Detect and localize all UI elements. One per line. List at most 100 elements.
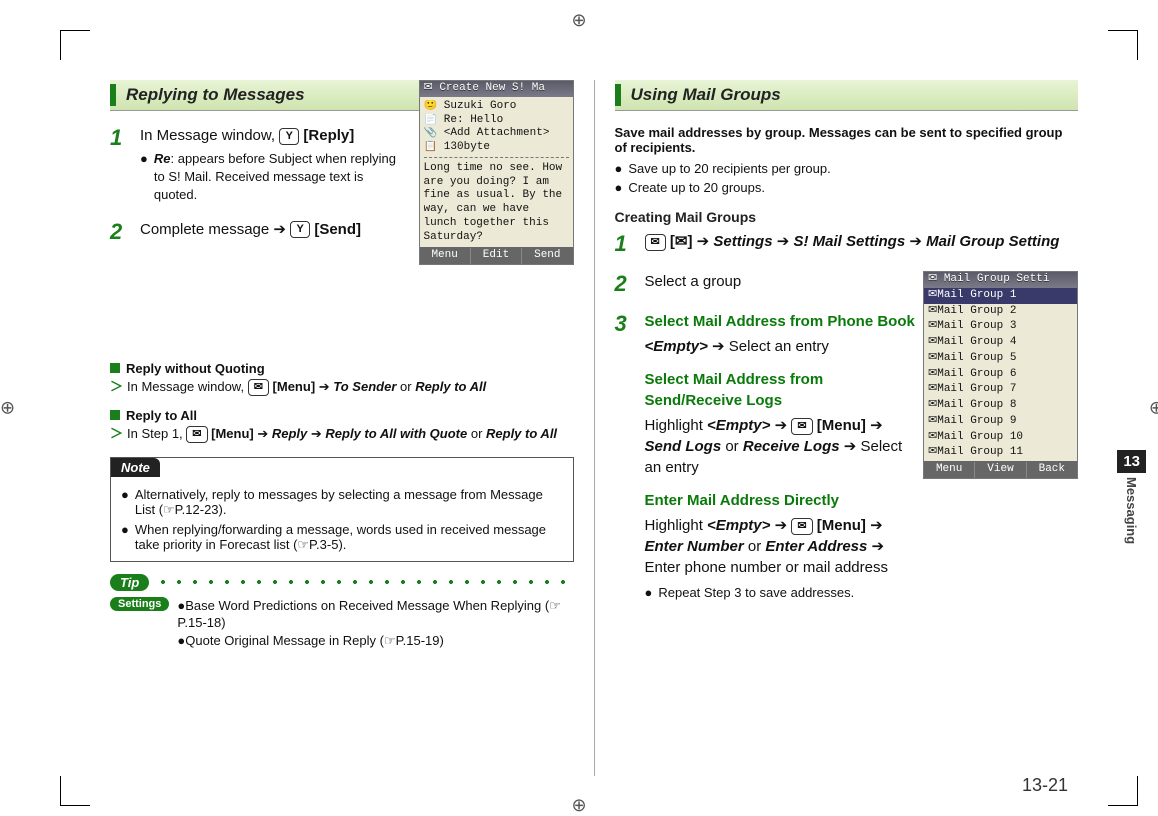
right-heading: Using Mail Groups — [631, 85, 781, 105]
note-item: Alternatively, reply to messages by sele… — [135, 487, 563, 518]
note-box: Note ●Alternatively, reply to messages b… — [110, 457, 574, 562]
mg-row[interactable]: ✉Mail Group 3 — [924, 319, 1077, 335]
crop-mark — [60, 30, 90, 60]
shot1-title: ✉ Create New S! Ma — [420, 81, 573, 97]
shot1-row: 🙂 Suzuki Goro — [424, 100, 569, 114]
shot1-row: 📎 <Add Attachment> — [424, 127, 569, 141]
arrow-icon — [775, 417, 792, 434]
softkey-menu[interactable]: Menu — [420, 248, 471, 264]
arrow-icon — [777, 233, 794, 250]
chapter-label: Messaging — [1124, 477, 1139, 544]
mg-row[interactable]: ✉Mail Group 10 — [924, 430, 1077, 446]
shot2-title: ✉ Mail Group Setti — [924, 272, 1077, 288]
right-step-1: 1 ✉ [✉] Settings S! Mail Settings Mail G… — [615, 231, 1079, 257]
square-icon — [110, 410, 120, 420]
r-step1-icon-label: [✉] — [670, 233, 693, 250]
right-bullet: Create up to 20 groups. — [628, 180, 765, 195]
mg-row[interactable]: ✉Mail Group 5 — [924, 351, 1077, 367]
step1-num: 1 — [110, 125, 128, 205]
mail-key-icon: ✉ — [791, 518, 812, 535]
mg-row[interactable]: ✉Mail Group 4 — [924, 335, 1077, 351]
mail-group-screenshot: ✉ Mail Group Setti ✉Mail Group 1 ✉Mail G… — [923, 271, 1078, 479]
chapter-num: 13 — [1117, 450, 1146, 473]
arrow-icon — [712, 338, 729, 355]
mg-row[interactable]: ✉Mail Group 8 — [924, 398, 1077, 414]
arrow-icon — [257, 426, 272, 441]
right-step-3: 3 Select Mail Address from Phone Book <E… — [615, 311, 916, 602]
shot2-softkeys: Menu View Back — [924, 461, 1077, 478]
step-1: 1 In Message window, Y [Reply] ● Re: app… — [110, 125, 400, 205]
page-number: 13-21 — [1022, 775, 1068, 796]
mg-row-selected[interactable]: ✉Mail Group 1 — [924, 288, 1077, 304]
sub1-title: Reply without Quoting — [126, 361, 265, 376]
softkey-edit[interactable]: Edit — [471, 248, 522, 264]
bullet-dot: ● — [121, 487, 129, 518]
r-step2-num: 2 — [615, 271, 633, 297]
reply-without-quoting-heading: Reply without Quoting — [110, 361, 574, 376]
mg-row[interactable]: ✉Mail Group 2 — [924, 304, 1077, 320]
square-icon — [110, 363, 120, 373]
settings-item: Base Word Predictions on Received Messag… — [177, 598, 560, 631]
pb-title: Select Mail Address from Phone Book — [645, 311, 916, 332]
chevron-icon: ＞ — [110, 425, 123, 443]
y-key-icon: Y — [279, 128, 299, 145]
r-step1-num: 1 — [615, 231, 633, 257]
mg-row[interactable]: ✉Mail Group 6 — [924, 367, 1077, 383]
right-bullet: Save up to 20 recipients per group. — [628, 161, 830, 176]
tip-label: Tip — [110, 574, 149, 591]
arrow-icon — [870, 517, 883, 534]
registration-mark: ⊕ — [571, 795, 586, 816]
dir-title: Enter Mail Address Directly — [645, 490, 916, 511]
bullet-dot: ● — [121, 522, 129, 553]
sub2-line: ＞ In Step 1, ✉ [Menu] Reply Reply to All… — [110, 425, 574, 443]
arrow-icon — [319, 379, 334, 394]
step2-num: 2 — [110, 219, 128, 245]
step2-pre: Complete message — [140, 221, 273, 238]
shot1-row: 📋 130byte — [424, 141, 569, 155]
r-step3-num: 3 — [615, 311, 633, 602]
softkey-back[interactable]: Back — [1027, 462, 1077, 478]
mg-row[interactable]: ✉Mail Group 11 — [924, 445, 1077, 461]
settings-label: Settings — [110, 597, 169, 611]
mail-key-icon: ✉ — [645, 234, 666, 251]
softkey-menu[interactable]: Menu — [924, 462, 975, 478]
dotted-line — [155, 579, 573, 585]
note-item: When replying/forwarding a message, word… — [135, 522, 563, 553]
crop-mark — [60, 776, 90, 806]
softkey-view[interactable]: View — [975, 462, 1026, 478]
arrow-icon — [311, 426, 326, 441]
right-column: Using Mail Groups Save mail addresses by… — [615, 80, 1079, 776]
mail-key-icon: ✉ — [248, 379, 269, 396]
sub2-title: Reply to All — [126, 408, 197, 423]
sub1-line: ＞ In Message window, ✉ [Menu] To Sender … — [110, 378, 574, 396]
shot1-msg: Long time no see. How are you doing? I a… — [424, 162, 569, 245]
step1-pre: In Message window, — [140, 127, 279, 144]
mail-key-icon: ✉ — [186, 426, 207, 443]
mg-row[interactable]: ✉Mail Group 7 — [924, 382, 1077, 398]
step1-btn: [Reply] — [303, 127, 354, 144]
repeat-note: Repeat Step 3 to save addresses. — [658, 584, 854, 602]
header-bar — [615, 84, 621, 106]
chevron-icon: ＞ — [110, 378, 123, 396]
step1-bullet: Re: appears before Subject when replying… — [154, 150, 400, 205]
reply-to-all-heading: Reply to All — [110, 408, 574, 423]
right-section-header: Using Mail Groups — [615, 80, 1079, 111]
arrow-icon — [844, 438, 861, 455]
crop-mark — [1108, 30, 1138, 60]
softkey-send[interactable]: Send — [522, 248, 572, 264]
header-bar — [110, 84, 116, 106]
mg-row[interactable]: ✉Mail Group 9 — [924, 414, 1077, 430]
arrow-icon — [872, 538, 885, 555]
bullet-dot: ● — [140, 150, 148, 205]
side-tab: 13 Messaging — [1117, 450, 1146, 544]
bullet-dot: ● — [615, 161, 623, 176]
arrow-icon — [775, 517, 792, 534]
step-2: 2 Complete message Y [Send] — [110, 219, 400, 245]
settings-item: Quote Original Message in Reply (☞P.15-1… — [185, 633, 444, 648]
mail-key-icon: ✉ — [791, 418, 812, 435]
creating-mail-groups-title: Creating Mail Groups — [615, 209, 1079, 225]
left-heading: Replying to Messages — [126, 85, 305, 105]
log-title: Select Mail Address from Send/Receive Lo… — [645, 369, 916, 411]
registration-mark: ⊕ — [571, 10, 586, 31]
shot1-softkeys: Menu Edit Send — [420, 247, 573, 264]
